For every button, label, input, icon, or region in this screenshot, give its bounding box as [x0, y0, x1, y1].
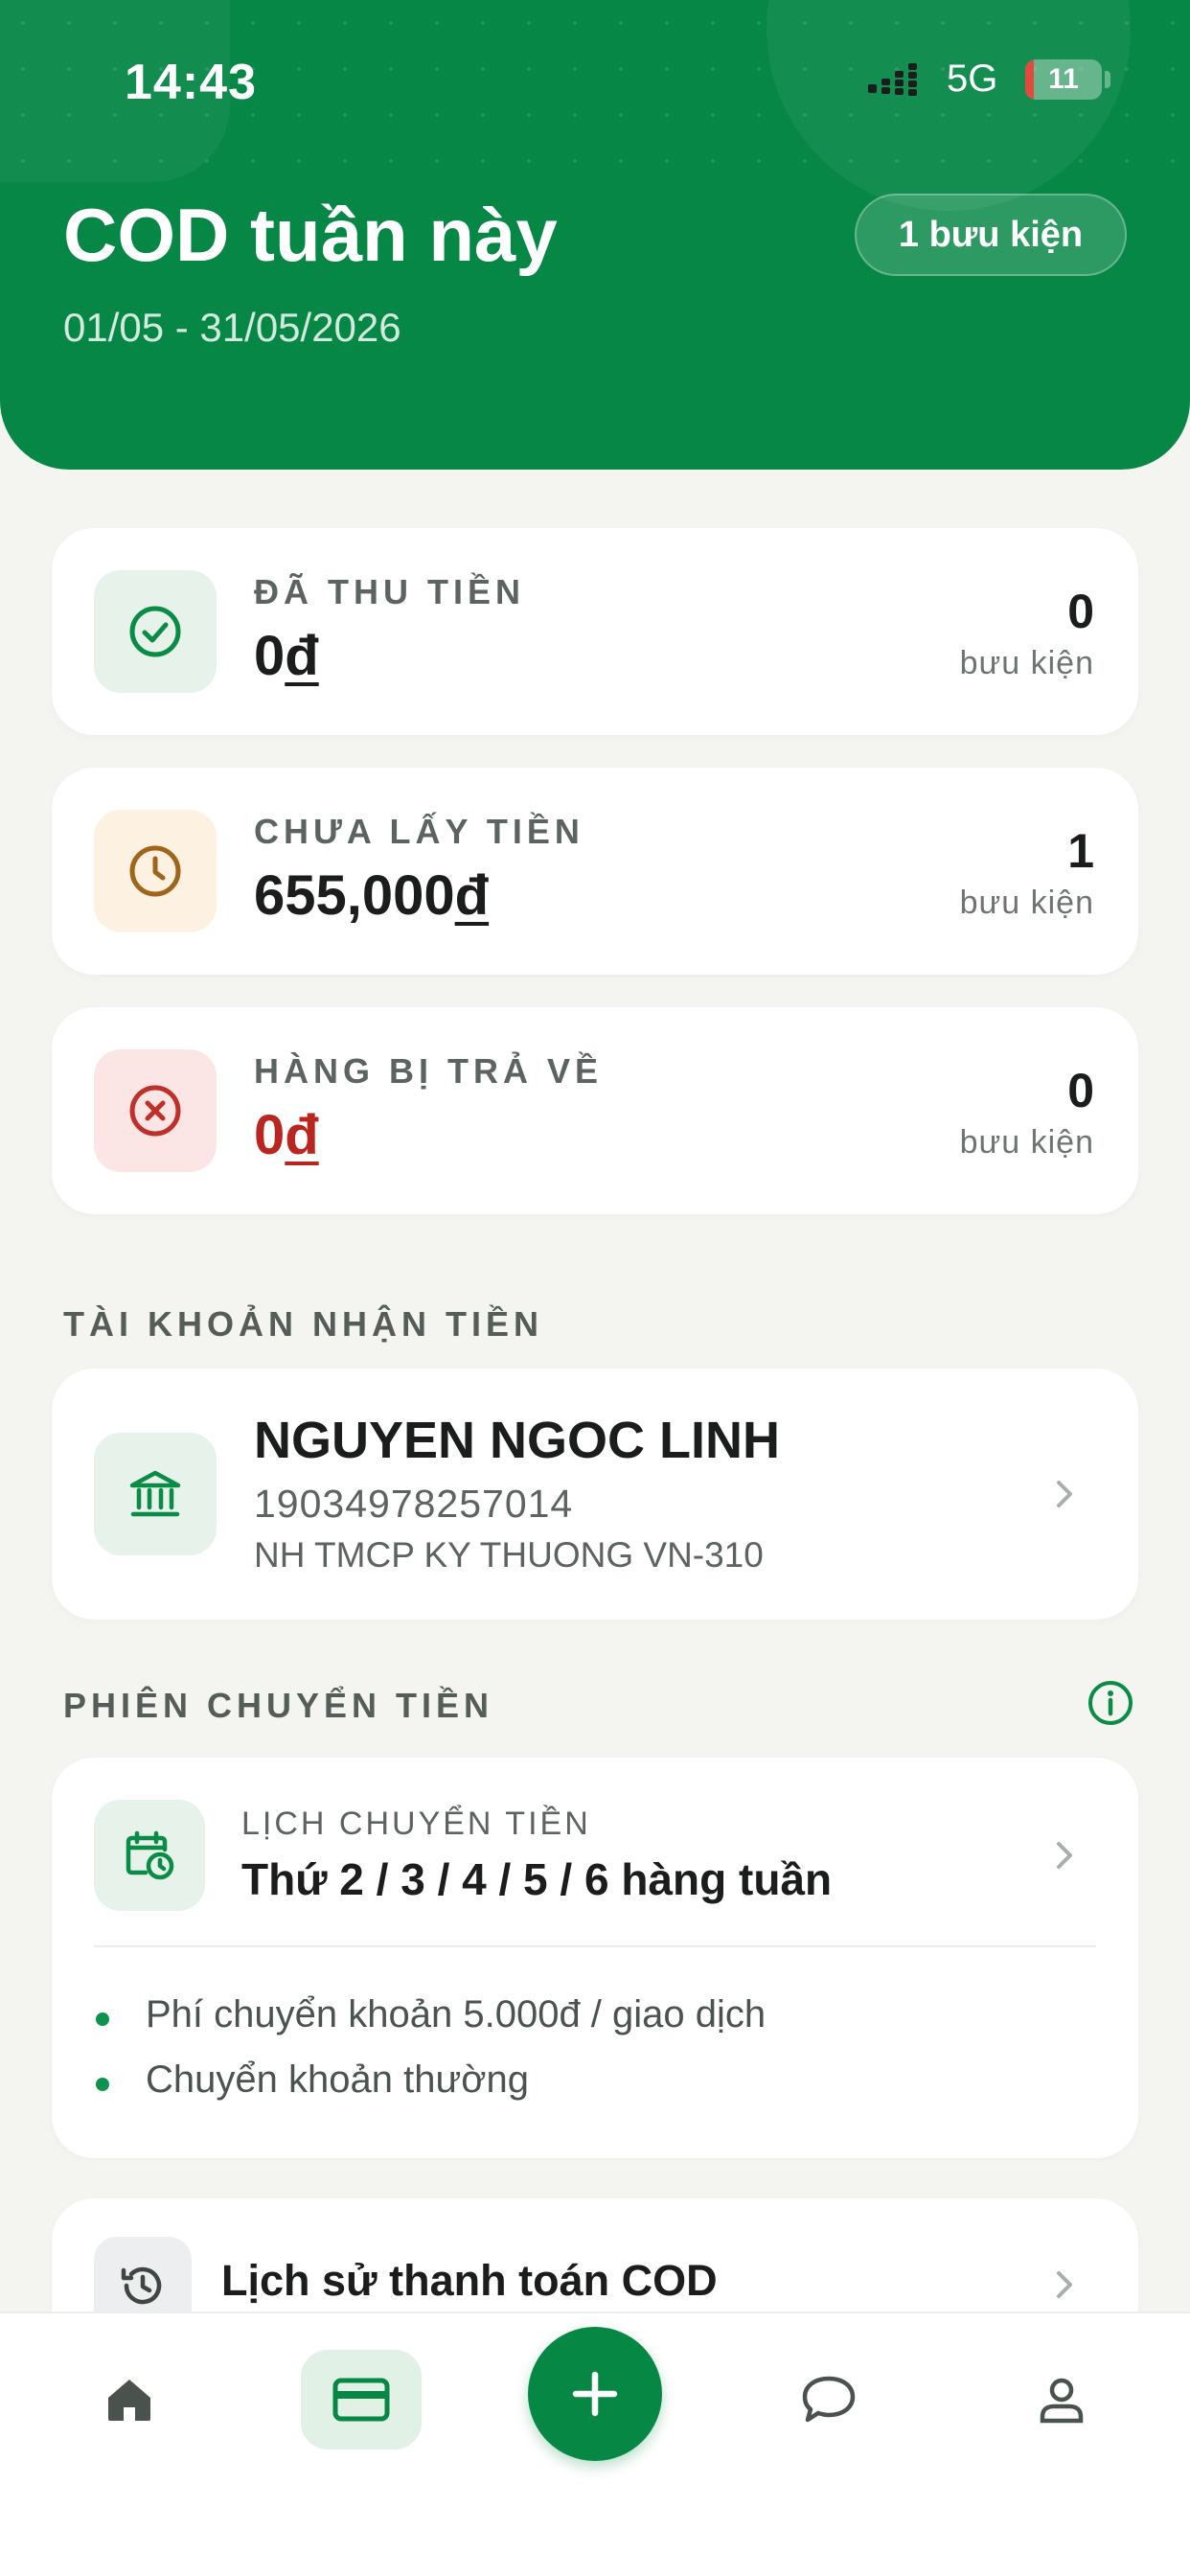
- divider: [94, 1945, 1096, 1947]
- transfer-note: Phí chuyển khoản 5.000đ / giao dịch: [96, 1993, 1092, 2036]
- stat-amount: 0đ: [254, 624, 319, 688]
- stat-amount-value: 0: [254, 625, 286, 687]
- schedule-value: Thứ 2 / 3 / 4 / 5 / 6 hàng tuần: [241, 1854, 833, 1904]
- currency-symbol: đ: [285, 1104, 319, 1166]
- cod-history-label: Lịch sử thanh toán COD: [221, 2256, 718, 2305]
- collected-icon-box: [94, 570, 217, 693]
- stat-amount: 655,000đ: [254, 863, 489, 928]
- schedule-icon-box: [94, 1800, 205, 1911]
- status-time: 14:43: [125, 55, 257, 110]
- returned-card[interactable]: HÀNG BỊ TRẢ VỀ 0đ 0 bưu kiện: [52, 1007, 1138, 1214]
- header: 14:43 5G 11 COD tuần này 01/05 - 31/05/2…: [0, 0, 1190, 470]
- stat-label: ĐÃ THU TIỀN: [254, 572, 525, 611]
- stat-amount-value: 655,000: [254, 864, 455, 927]
- x-circle-icon: [129, 1085, 181, 1137]
- bank-name: NH TMCP KY THUONG VN-310: [254, 1535, 764, 1575]
- date-range: 01/05 - 31/05/2026: [63, 305, 401, 350]
- account-number: 19034978257014: [254, 1482, 574, 1526]
- plus-icon: [572, 2371, 618, 2417]
- account-holder-name: NGUYEN NGOC LINH: [254, 1412, 781, 1469]
- transfer-note-text: Phí chuyển khoản 5.000đ / giao dịch: [146, 1993, 767, 2036]
- transfer-schedule-card: LỊCH CHUYỂN TIỀN Thứ 2 / 3 / 4 / 5 / 6 h…: [52, 1758, 1138, 2158]
- bullet-dot: [96, 2078, 109, 2091]
- nav-home[interactable]: [69, 2350, 190, 2450]
- stat-unit: bưu kiện: [959, 645, 1094, 681]
- collected-card[interactable]: ĐÃ THU TIỀN 0đ 0 bưu kiện: [52, 528, 1138, 735]
- stat-unit: bưu kiện: [959, 885, 1094, 921]
- currency-symbol: đ: [285, 625, 319, 687]
- account-section-title: TÀI KHOẢN NHẬN TIỀN: [63, 1304, 543, 1344]
- uncollected-icon-box: [94, 810, 217, 932]
- nav-chat[interactable]: [768, 2350, 889, 2450]
- returned-icon-box: [94, 1049, 217, 1172]
- stat-count: 0: [1067, 585, 1094, 638]
- card-icon: [332, 2378, 390, 2422]
- nav-cod[interactable]: [301, 2350, 422, 2450]
- chevron-right-icon[interactable]: [1050, 1836, 1079, 1874]
- chevron-right-icon: [1057, 1481, 1072, 1507]
- schedule-label: LỊCH CHUYỂN TIỀN: [241, 1806, 591, 1842]
- transfer-note-text: Chuyển khoản thường: [146, 2058, 529, 2101]
- page-title: COD tuần này: [63, 193, 558, 277]
- bank-icon-box: [94, 1433, 217, 1555]
- bank-account-card[interactable]: NGUYEN NGOC LINH 19034978257014 NH TMCP …: [52, 1368, 1138, 1620]
- info-icon[interactable]: [1087, 1679, 1134, 1727]
- battery-level: 11: [1048, 63, 1079, 95]
- currency-symbol: đ: [454, 864, 490, 927]
- stat-label: HÀNG BỊ TRẢ VỀ: [254, 1051, 604, 1091]
- stat-unit: bưu kiện: [959, 1124, 1094, 1161]
- history-icon: [121, 2266, 162, 2305]
- bank-icon: [129, 1470, 181, 1517]
- stat-count: 0: [1067, 1064, 1094, 1117]
- transfer-note: Chuyển khoản thường: [96, 2058, 1092, 2102]
- home-icon: [108, 2380, 150, 2421]
- stat-count: 1: [1067, 824, 1094, 878]
- parcel-count-badge[interactable]: 1 bưu kiện: [855, 194, 1127, 276]
- battery-icon: 11: [1025, 59, 1102, 100]
- stat-label: CHƯA LẤY TIỀN: [254, 812, 584, 851]
- profile-icon: [1040, 2378, 1084, 2424]
- network-type: 5G: [947, 58, 998, 100]
- calendar-clock-icon: [126, 1830, 174, 1880]
- stat-amount-value: 0: [254, 1104, 286, 1166]
- chevron-right-icon: [1057, 2271, 1072, 2298]
- chat-icon: [802, 2376, 856, 2423]
- transfer-section-title: PHIÊN CHUYỂN TIỀN: [63, 1686, 494, 1725]
- stat-amount: 0đ: [254, 1103, 319, 1167]
- bullet-dot: [96, 2012, 109, 2026]
- clock-icon: [129, 845, 181, 897]
- uncollected-card[interactable]: CHƯA LẤY TIỀN 655,000đ 1 bưu kiện: [52, 768, 1138, 975]
- battery-tip: [1105, 71, 1110, 88]
- create-order-button[interactable]: [528, 2327, 662, 2461]
- signal-icon: [868, 63, 917, 96]
- nav-profile[interactable]: [1001, 2350, 1122, 2450]
- check-circle-icon: [129, 606, 181, 657]
